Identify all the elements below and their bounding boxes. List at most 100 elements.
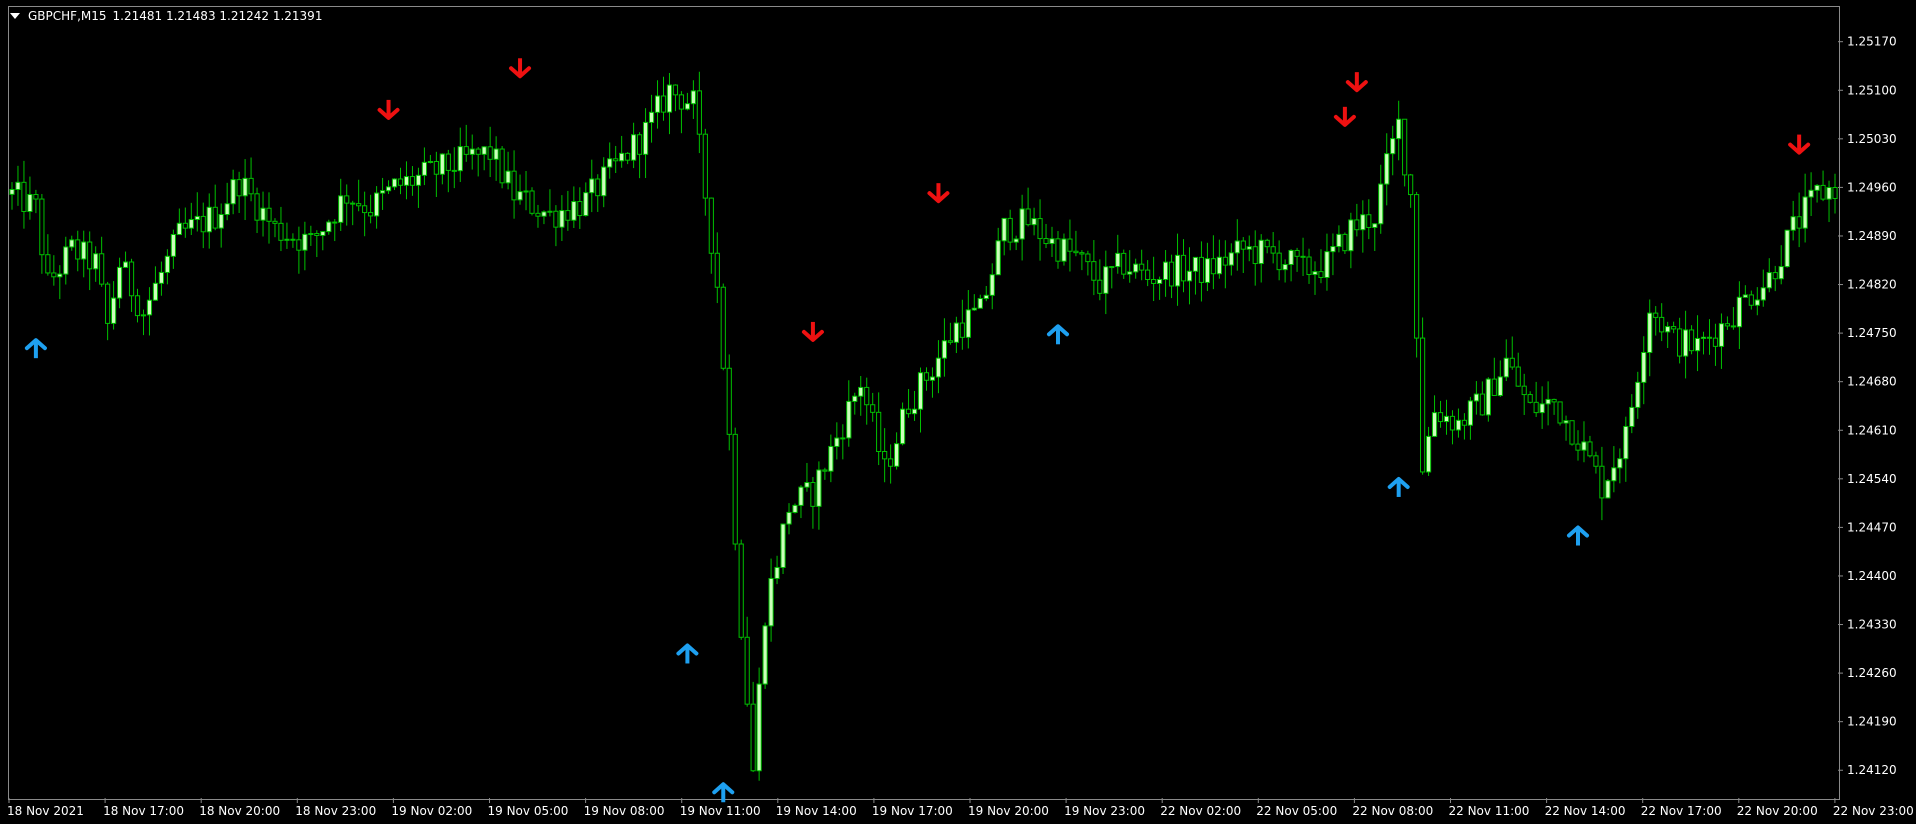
candle <box>1186 247 1193 305</box>
candle-body <box>1043 238 1049 245</box>
candle <box>601 157 607 208</box>
candle-body <box>1694 337 1701 352</box>
candle-body <box>917 372 924 410</box>
candle <box>1677 317 1683 364</box>
candle <box>51 255 57 286</box>
candle <box>840 424 846 460</box>
x-tick-label: 18 Nov 23:00 <box>295 804 376 818</box>
candle <box>726 354 732 451</box>
candle-body <box>810 482 816 507</box>
candle-body <box>1605 480 1611 499</box>
y-tick-label: 1.24400 <box>1847 569 1897 583</box>
candle-body <box>708 197 714 254</box>
candle-body <box>1115 252 1121 268</box>
candle <box>1324 233 1330 291</box>
candle-body <box>1025 208 1031 226</box>
candle-body <box>1671 326 1677 330</box>
y-tick-label: 1.24820 <box>1847 278 1897 292</box>
candle-body <box>385 186 392 192</box>
candle-body <box>1204 258 1211 283</box>
candle-body <box>1246 246 1252 250</box>
candle <box>1043 223 1049 249</box>
candle <box>152 266 159 301</box>
candle-body <box>1772 272 1778 280</box>
candle-body <box>1754 299 1760 306</box>
candle-body <box>1127 271 1133 275</box>
candle <box>1760 269 1766 307</box>
candle-body <box>1611 467 1617 482</box>
candle-body <box>1521 385 1527 396</box>
x-tick-label: 19 Nov 11:00 <box>680 804 761 818</box>
candle <box>1706 319 1713 355</box>
candle <box>1605 478 1611 499</box>
candle <box>433 151 439 197</box>
candle <box>260 191 266 237</box>
candle <box>1133 258 1139 279</box>
candle <box>1264 238 1270 254</box>
candle-body <box>971 307 977 311</box>
candle <box>672 84 679 112</box>
candle <box>1414 191 1420 358</box>
candle <box>1617 448 1623 484</box>
candle <box>158 261 165 296</box>
candle <box>1623 416 1629 482</box>
candle-body <box>744 636 750 705</box>
candle-body <box>481 146 487 155</box>
candle <box>445 149 451 193</box>
candle-body <box>929 376 936 381</box>
candle <box>1061 233 1067 266</box>
candle-body <box>636 134 643 155</box>
candle <box>1790 200 1796 241</box>
candle <box>1306 248 1312 284</box>
candle <box>1240 237 1246 274</box>
candle-body <box>684 103 690 110</box>
candle <box>1826 180 1832 223</box>
candle-body <box>415 174 422 186</box>
candle <box>911 390 918 421</box>
candle <box>1491 357 1497 396</box>
candle <box>248 157 254 202</box>
candle <box>834 422 840 460</box>
buy-arrow-icon <box>676 643 699 664</box>
candle <box>1180 239 1187 293</box>
candle-body <box>230 179 236 205</box>
candle <box>648 94 655 143</box>
candle-body <box>439 153 445 175</box>
chart-window[interactable]: GBPCHF,M15 1.21481 1.21483 1.21242 1.213… <box>0 0 1916 824</box>
candle-body <box>595 178 601 197</box>
candle <box>738 539 744 640</box>
candle-body <box>224 203 230 216</box>
candle-body <box>1641 351 1647 383</box>
sell-arrow-icon <box>377 99 400 120</box>
candle-body <box>308 233 314 236</box>
dropdown-triangle-icon[interactable] <box>10 13 20 19</box>
candle <box>1336 225 1342 253</box>
candle-body <box>1336 233 1342 248</box>
candle <box>421 147 428 186</box>
y-tick-label: 1.24890 <box>1847 229 1897 243</box>
candle <box>1049 226 1055 257</box>
candle <box>1366 199 1372 240</box>
candle <box>810 477 816 529</box>
candle-body <box>1533 401 1539 414</box>
candle-body <box>1832 187 1838 199</box>
candle <box>720 283 726 371</box>
candle <box>559 195 565 241</box>
candle-body <box>1276 252 1282 271</box>
candle-body <box>756 683 762 772</box>
candle-body <box>547 210 553 213</box>
candle-body <box>1826 187 1832 200</box>
price-chart[interactable]: 1.25170 1.25100 1.25030 1.24960 1.24890 1.248… <box>0 0 1916 824</box>
x-tick-label: 22 Nov 20:00 <box>1737 804 1818 818</box>
candle-body <box>9 188 15 195</box>
candle <box>505 151 511 190</box>
x-tick-label: 19 Nov 05:00 <box>488 804 569 818</box>
candle-body <box>571 201 577 221</box>
candle <box>1431 395 1438 438</box>
candle-body <box>648 111 655 123</box>
candle-body <box>983 294 989 300</box>
candle <box>1037 199 1043 261</box>
candle-body <box>1473 393 1479 402</box>
candle-body <box>1061 238 1067 262</box>
candle <box>744 616 750 707</box>
